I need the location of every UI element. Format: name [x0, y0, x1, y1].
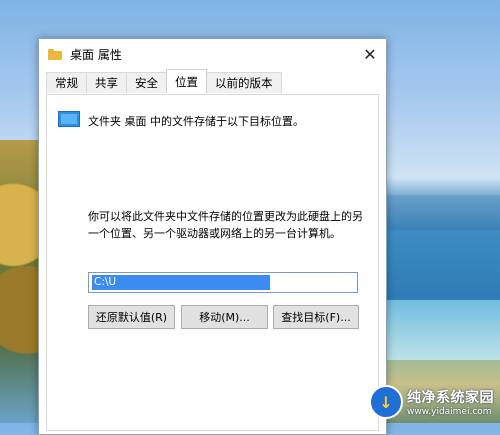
tab-general[interactable]: 常规: [46, 72, 87, 93]
watermark-name: 纯净系统家园: [407, 390, 494, 406]
find-target-button[interactable]: 查找目标(F)...: [273, 305, 359, 329]
path-field[interactable]: C:\U: [88, 272, 358, 293]
restore-default-button[interactable]: 还原默认值(R): [88, 305, 175, 329]
watermark-url: www.yidaimei.com: [407, 407, 492, 417]
folder-icon: [48, 48, 62, 60]
close-icon: ✕: [363, 44, 377, 64]
desktop-background-island: [385, 195, 500, 230]
folder-description: 文件夹 桌面 中的文件存储于以下目标位置。: [88, 115, 304, 128]
watermark-logo-icon: ↓: [369, 385, 403, 419]
watermark: ↓ 纯净系统家园 www.yidaimei.com: [369, 385, 494, 419]
title-bar[interactable]: 桌面 属性 ✕: [39, 39, 386, 69]
help-text: 你可以将此文件夹中文件存储的位置更改为此硬盘上的另一个位置、另一个驱动器或网络上…: [88, 210, 363, 240]
tab-previous-versions[interactable]: 以前的版本: [206, 72, 282, 93]
tab-location[interactable]: 位置: [166, 69, 207, 93]
desktop-folder-icon: [58, 111, 80, 127]
window-title: 桌面 属性: [70, 47, 122, 62]
move-button[interactable]: 移动(M)...: [181, 305, 268, 329]
desktop-background-pool: [385, 300, 500, 360]
location-panel: 文件夹 桌面 中的文件存储于以下目标位置。 你可以将此文件夹中文件存储的位置更改…: [46, 94, 379, 431]
tab-strip: 常规 共享 安全 位置 以前的版本: [46, 69, 282, 94]
tab-sharing[interactable]: 共享: [86, 72, 127, 93]
close-button[interactable]: ✕: [354, 39, 386, 69]
path-selected-text: C:\U: [92, 275, 270, 290]
tab-security[interactable]: 安全: [126, 72, 167, 93]
properties-dialog: 桌面 属性 ✕ 常规 共享 安全 位置 以前的版本 文件夹 桌面 中的文件存储于…: [38, 38, 387, 435]
